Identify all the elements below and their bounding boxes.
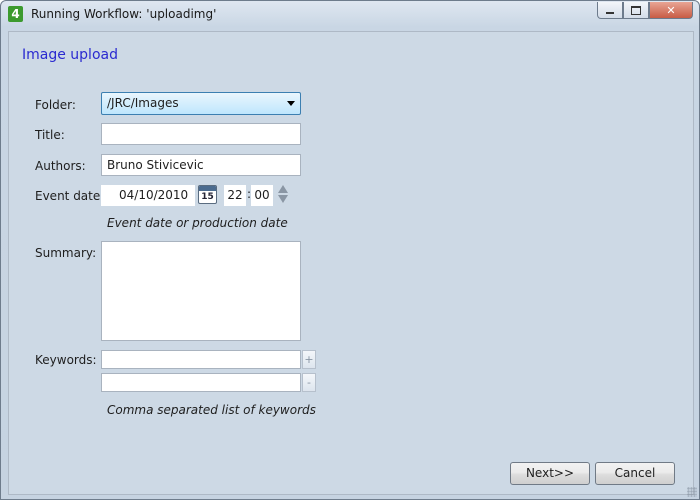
keyword-input-2[interactable] (101, 373, 301, 392)
page-title: Image upload (22, 47, 118, 63)
spin-up-icon[interactable] (278, 185, 288, 193)
hour-input[interactable]: 22 (224, 185, 246, 206)
resize-grip-icon[interactable] (687, 487, 697, 497)
title-input[interactable] (101, 123, 301, 145)
maximize-icon (631, 5, 641, 15)
window-title: Running Workflow: 'uploadimg' (31, 7, 217, 21)
summary-label: Summary: (35, 246, 97, 260)
event-date-input[interactable]: 04/10/2010 (101, 185, 195, 206)
minute-input[interactable]: 00 (251, 185, 273, 206)
spin-down-icon[interactable] (278, 195, 288, 203)
folder-select[interactable]: /JRC/Images (101, 92, 301, 115)
authors-input[interactable]: Bruno Stivicevic (101, 154, 301, 176)
time-spinner[interactable] (278, 185, 288, 206)
keywords-hint: Comma separated list of keywords (107, 403, 316, 417)
event-date-label: Event date: (35, 189, 105, 203)
calendar-icon[interactable]: 15 (198, 185, 217, 204)
app-icon: 4 (8, 6, 23, 22)
add-keyword-button[interactable]: + (302, 350, 316, 369)
summary-textarea[interactable] (101, 241, 301, 341)
title-bar[interactable]: 4 Running Workflow: 'uploadimg' ✕ (1, 1, 699, 27)
maximize-button[interactable] (623, 2, 649, 19)
title-label: Title: (35, 128, 65, 142)
keywords-label: Keywords: (35, 353, 97, 367)
next-button[interactable]: Next>> (510, 462, 590, 485)
minimize-icon (606, 12, 614, 14)
authors-label: Authors: (35, 159, 86, 173)
authors-value: Bruno Stivicevic (107, 158, 204, 172)
folder-value: /JRC/Images (107, 96, 179, 110)
remove-keyword-button[interactable]: - (302, 373, 316, 392)
event-date-hint: Event date or production date (107, 216, 288, 230)
workflow-window: 4 Running Workflow: 'uploadimg' ✕ Image … (0, 0, 700, 500)
minimize-button[interactable] (597, 2, 623, 19)
window-controls: ✕ (597, 2, 693, 19)
form-panel: Image upload Folder: /JRC/Images Title: … (8, 31, 694, 495)
close-icon: ✕ (666, 3, 676, 17)
cancel-button[interactable]: Cancel (595, 462, 675, 485)
keyword-input-1[interactable] (101, 350, 301, 369)
calendar-day: 15 (201, 192, 214, 202)
chevron-down-icon (287, 101, 295, 106)
close-button[interactable]: ✕ (649, 2, 693, 19)
folder-label: Folder: (35, 98, 76, 112)
